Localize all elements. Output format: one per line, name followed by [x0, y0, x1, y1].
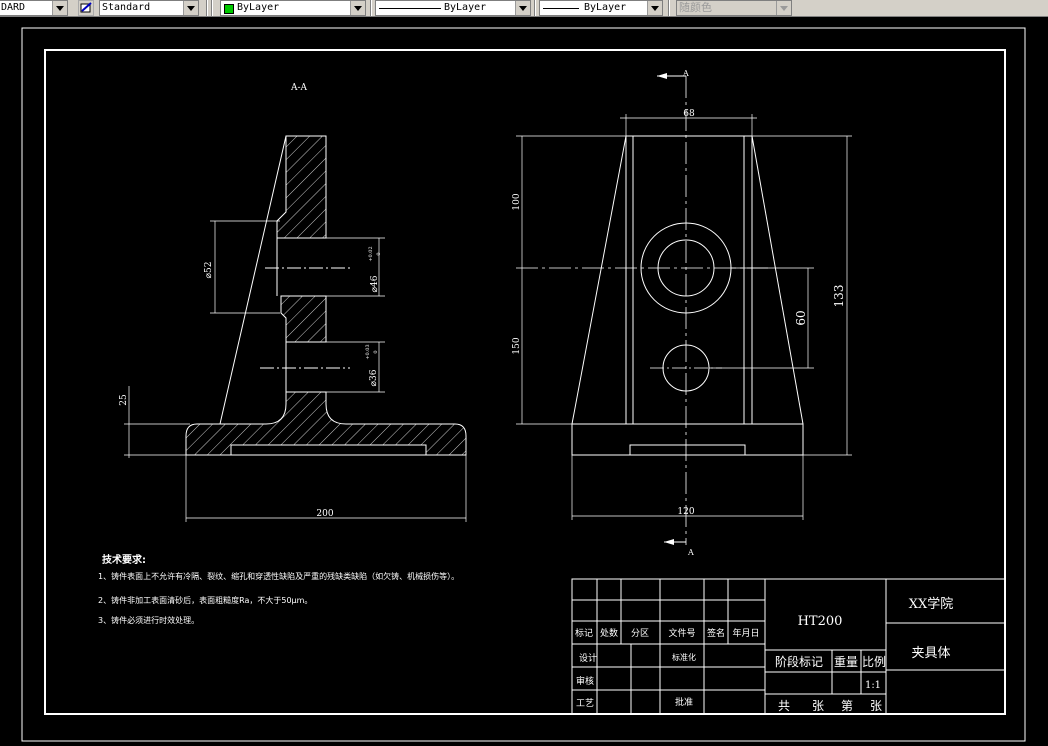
label-date: 年月日 [732, 627, 759, 639]
linetype-sample [379, 8, 441, 9]
color-swatch [224, 4, 234, 14]
dim-text-60: 60 [794, 310, 808, 325]
lineweight-sample [543, 8, 579, 9]
cad-drawing-canvas[interactable]: A-A ⌀52 ⌀46 +0.02 0 ⌀36 +0.03 0 25 200 A… [0, 17, 1048, 746]
linetype-dropdown[interactable]: ByLayer [375, 0, 531, 16]
dimstyle-glyph [80, 2, 92, 13]
part-name: 夹具体 [911, 646, 950, 661]
label-scale: 比例 [862, 655, 886, 669]
note-item: 2、铸件非加工表面清砂后，表面粗糙度Ra，不大于50μm。 [98, 596, 313, 605]
label-zone: 分区 [631, 628, 649, 639]
label-approve: 批准 [675, 696, 693, 708]
dim-text-200: 200 [316, 509, 333, 519]
label-design: 设计 [579, 652, 597, 664]
tol-upper-36: +0.03 [365, 344, 371, 359]
dim-text-120: 120 [677, 507, 694, 517]
dimension-style-icon[interactable] [78, 0, 94, 16]
dim-style-dropdown[interactable]: Standard [99, 0, 199, 16]
label-stage-mark: 阶段标记 [775, 654, 823, 669]
dim-text-25: 25 [119, 394, 129, 406]
base-groove [230, 444, 427, 456]
note-item: 3、铸件必须进行时效处理。 [98, 616, 200, 625]
label-sign: 签名 [707, 627, 725, 639]
scale-value: 1:1 [865, 680, 881, 691]
tol-lower-46: 0 [376, 252, 382, 255]
chevron-down-icon[interactable] [52, 1, 67, 15]
label-total: 共 [778, 699, 790, 713]
material-text: HT200 [798, 614, 843, 629]
label-sheet2: 张 [870, 699, 882, 713]
lineweight-value: ByLayer [584, 2, 627, 13]
linetype-value: ByLayer [444, 2, 487, 13]
section-mark-top: A [682, 69, 689, 78]
label-review: 审核 [576, 675, 594, 687]
section-middle-rib [280, 295, 327, 343]
section-label: A-A [290, 83, 308, 93]
notes-title: 技术要求: [102, 555, 146, 566]
model-space-background [0, 17, 1048, 746]
color-value: ByLayer [237, 2, 280, 13]
properties-toolbar: DARD Standard ByLayer ByLayer ByLayer 随颜… [0, 0, 1048, 17]
dim-style-value: Standard [102, 2, 151, 13]
school-name: XX学院 [909, 596, 954, 612]
plotstyle-dropdown[interactable]: 随颜色 [676, 0, 792, 16]
toolbar-separator [534, 0, 536, 16]
chevron-down-icon[interactable] [515, 1, 530, 15]
toolbar-separator [206, 0, 208, 16]
label-process: 工艺 [576, 698, 594, 709]
tol-upper-46: +0.02 [368, 246, 374, 261]
label-count: 处数 [600, 627, 618, 639]
dim-text-150: 150 [512, 337, 522, 354]
toolbar-separator [668, 0, 670, 16]
text-style-value: DARD [1, 2, 26, 13]
plotstyle-value: 随颜色 [679, 1, 712, 14]
section-mark-bottom: A [687, 548, 694, 557]
dim-text-dia46: ⌀46 [370, 275, 380, 292]
dim-text-133: 133 [832, 285, 846, 308]
chevron-down-icon[interactable] [647, 1, 662, 15]
note-item: 1、铸件表面上不允许有冷隔、裂纹、缩孔和穿透性缺陷及严重的残缺类缺陷（如欠铸、机… [98, 572, 460, 581]
color-dropdown[interactable]: ByLayer [220, 0, 366, 16]
dim-text-68: 68 [683, 109, 695, 119]
label-weight: 重量 [834, 655, 858, 669]
label-doc-no: 文件号 [668, 627, 695, 639]
toolbar-separator [370, 0, 372, 16]
tol-lower-36: 0 [373, 350, 379, 353]
dim-text-dia52: ⌀52 [204, 262, 214, 279]
label-standardize: 标准化 [672, 652, 696, 662]
chevron-down-icon[interactable] [350, 1, 365, 15]
chevron-down-icon[interactable] [776, 1, 791, 15]
chevron-down-icon[interactable] [183, 1, 198, 15]
label-mark: 标记 [575, 627, 593, 639]
dim-text-100: 100 [512, 193, 522, 210]
label-sheet: 张 [812, 699, 824, 713]
label-page: 第 [841, 699, 853, 713]
dim-text-dia36: ⌀36 [369, 369, 379, 386]
toolbar-separator [211, 0, 213, 16]
text-style-dropdown[interactable]: DARD [0, 0, 68, 16]
lineweight-dropdown[interactable]: ByLayer [539, 0, 663, 16]
